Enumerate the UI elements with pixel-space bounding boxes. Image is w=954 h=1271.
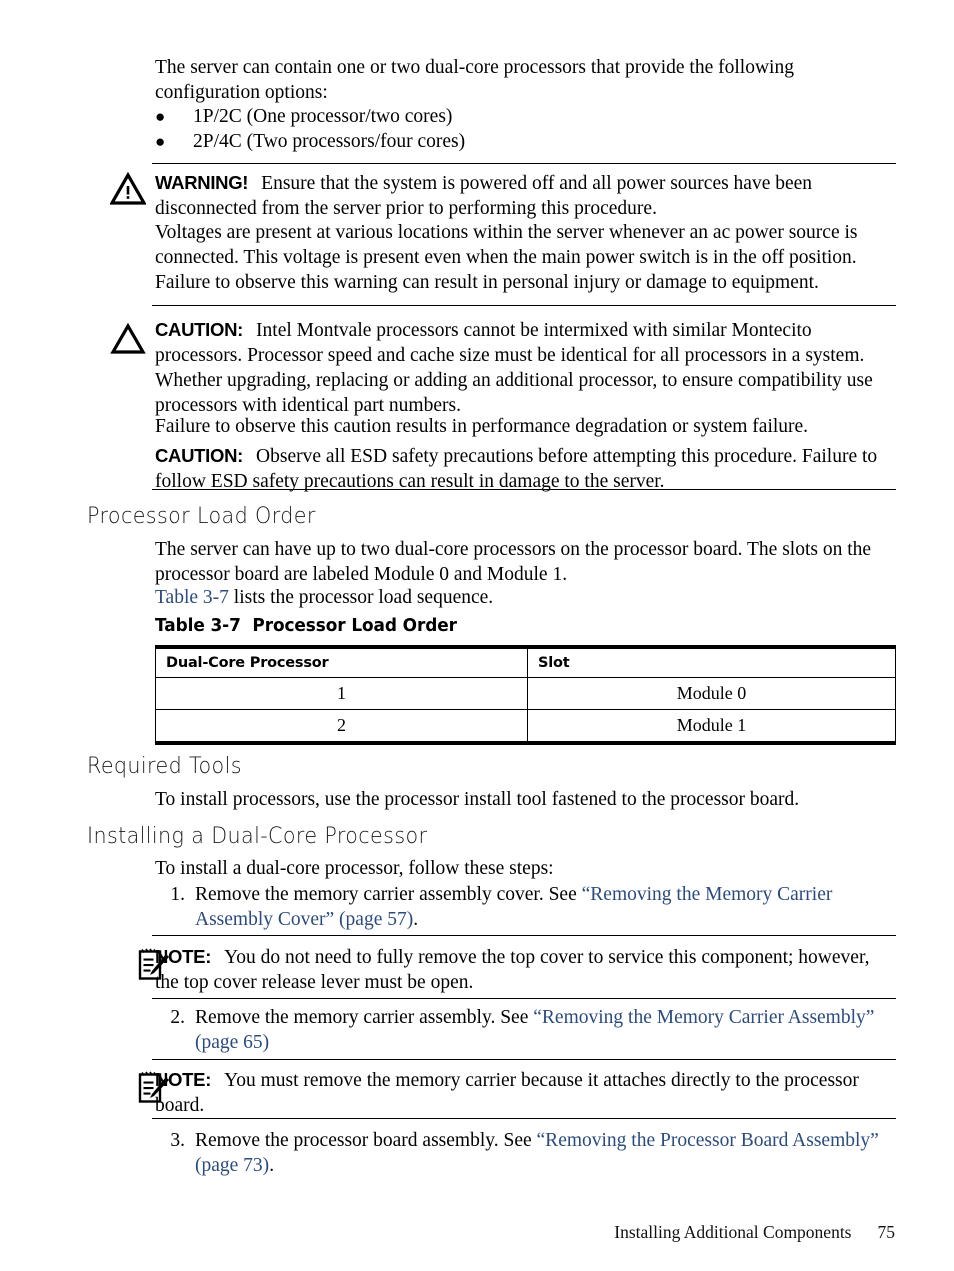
- list-item: ● 1P/2C (One processor/two cores): [155, 104, 897, 129]
- list-item: ● 2P/4C (Two processors/four cores): [155, 129, 897, 154]
- note-text-block: NOTE: You must remove the memory carrier …: [155, 1067, 897, 1118]
- caution-esd-paragraph: Observe all ESD safety precautions befor…: [155, 446, 878, 492]
- divider: [152, 935, 896, 936]
- list-item-label: 1P/2C (One processor/two cores): [193, 106, 453, 127]
- table-xref-line: Table 3-7 lists the processor load seque…: [155, 585, 897, 610]
- warning-paragraph-3: Failure to observe this warning can resu…: [155, 272, 819, 293]
- note-text-block: NOTE: You do not need to fully remove the…: [155, 944, 897, 995]
- step-number: 3.: [170, 1130, 185, 1151]
- cell-processor: 2: [155, 709, 528, 743]
- divider: [152, 163, 896, 164]
- list-item-label: 2P/4C (Two processors/four cores): [193, 131, 466, 152]
- step-text: Remove the memory carrier assembly. See …: [195, 1005, 900, 1055]
- caution-triangle-icon: [110, 322, 146, 356]
- divider: [152, 1059, 896, 1060]
- footer-page-number: 75: [877, 1222, 896, 1242]
- heading-processor-load-order: Processor Load Order: [87, 503, 316, 529]
- step-number: 1.: [170, 884, 185, 905]
- table-xref-tail: lists the processor load sequence.: [228, 587, 494, 608]
- table-caption-title: Processor Load Order: [252, 615, 457, 636]
- footer-chapter-title: Installing Additional Components: [614, 1222, 852, 1242]
- caution-label: CAUTION:: [155, 319, 244, 340]
- table-row: 2 Module 1: [155, 709, 896, 743]
- column-header-slot: Slot: [527, 647, 896, 678]
- installing-intro-paragraph: To install a dual-core processor, follow…: [155, 858, 554, 879]
- caution-paragraph-2: Failure to observe this caution results …: [155, 416, 809, 437]
- divider: [152, 1118, 896, 1119]
- step-text-pre: Remove the memory carrier assembly. See: [195, 1007, 534, 1028]
- table-row: 1 Module 0: [155, 677, 896, 710]
- warning-label: WARNING!: [155, 172, 249, 193]
- note-text: You do not need to fully remove the top …: [155, 947, 870, 993]
- step-item: 2. Remove the memory carrier assembly. S…: [155, 1005, 900, 1055]
- step-text: Remove the processor board assembly. See…: [195, 1128, 900, 1178]
- caution-paragraph-2-wrap: Failure to observe this caution results …: [155, 414, 897, 439]
- step-item: 1. Remove the memory carrier assembly co…: [155, 882, 900, 932]
- table-caption-number: Table 3-7: [155, 615, 241, 636]
- bullet-icon: ●: [155, 132, 166, 151]
- column-header-dual-core-processor: Dual-Core Processor: [155, 647, 528, 678]
- warning-paragraph-3-wrap: Failure to observe this warning can resu…: [155, 270, 897, 295]
- caution-paragraph-1: Intel Montvale processors cannot be inte…: [155, 320, 873, 416]
- note-text: You must remove the memory carrier becau…: [155, 1070, 859, 1116]
- heading-installing-dual-core-processor: Installing a Dual-Core Processor: [87, 823, 428, 849]
- warning-text-block: WARNING! Ensure that the system is powere…: [155, 170, 897, 221]
- step-text-pre: Remove the memory carrier assembly cover…: [195, 884, 582, 905]
- step-number: 2.: [170, 1007, 185, 1028]
- caution-esd-text-block: CAUTION: Observe all ESD safety precautio…: [155, 443, 897, 494]
- caution-esd-label: CAUTION:: [155, 445, 244, 466]
- divider: [152, 998, 896, 999]
- bullet-icon: ●: [155, 107, 166, 126]
- divider: [152, 305, 896, 306]
- cell-processor: 1: [155, 677, 528, 710]
- note-label: NOTE:: [155, 946, 212, 967]
- heading-required-tools: Required Tools: [87, 753, 242, 779]
- table-3-7-link[interactable]: Table 3-7: [155, 587, 229, 608]
- note-label: NOTE:: [155, 1069, 212, 1090]
- warning-paragraph-1: Ensure that the system is powered off an…: [155, 173, 813, 219]
- required-tools-paragraph: To install processors, use the processor…: [155, 789, 800, 810]
- document-page: The server can contain one or two dual-c…: [0, 0, 954, 1271]
- processor-load-order-paragraph: The server can have up to two dual-core …: [155, 539, 872, 585]
- table-header-row: Dual-Core Processor Slot: [155, 647, 896, 678]
- step-item: 3. Remove the processor board assembly. …: [155, 1128, 900, 1178]
- caution-text-block: CAUTION: Intel Montvale processors cannot…: [155, 317, 897, 418]
- divider: [152, 489, 896, 490]
- step-text-post: .: [413, 909, 419, 930]
- step-text-post: .: [269, 1155, 275, 1176]
- warning-paragraph-2-wrap: Voltages are present at various location…: [155, 220, 897, 270]
- processor-load-order-table: Dual-Core Processor Slot 1 Module 0 2 Mo…: [155, 645, 896, 745]
- cell-slot: Module 0: [527, 677, 896, 710]
- page-footer: Installing Additional Components 75: [0, 1222, 954, 1243]
- step-text-pre: Remove the processor board assembly. See: [195, 1130, 537, 1151]
- table-caption: Table 3-7 Processor Load Order: [155, 615, 457, 636]
- cell-slot: Module 1: [676, 715, 747, 735]
- step-text: Remove the memory carrier assembly cover…: [195, 882, 900, 932]
- intro-paragraph: The server can contain one or two dual-c…: [155, 57, 794, 103]
- warning-triangle-icon: [110, 172, 146, 206]
- warning-paragraph-2: Voltages are present at various location…: [155, 222, 858, 268]
